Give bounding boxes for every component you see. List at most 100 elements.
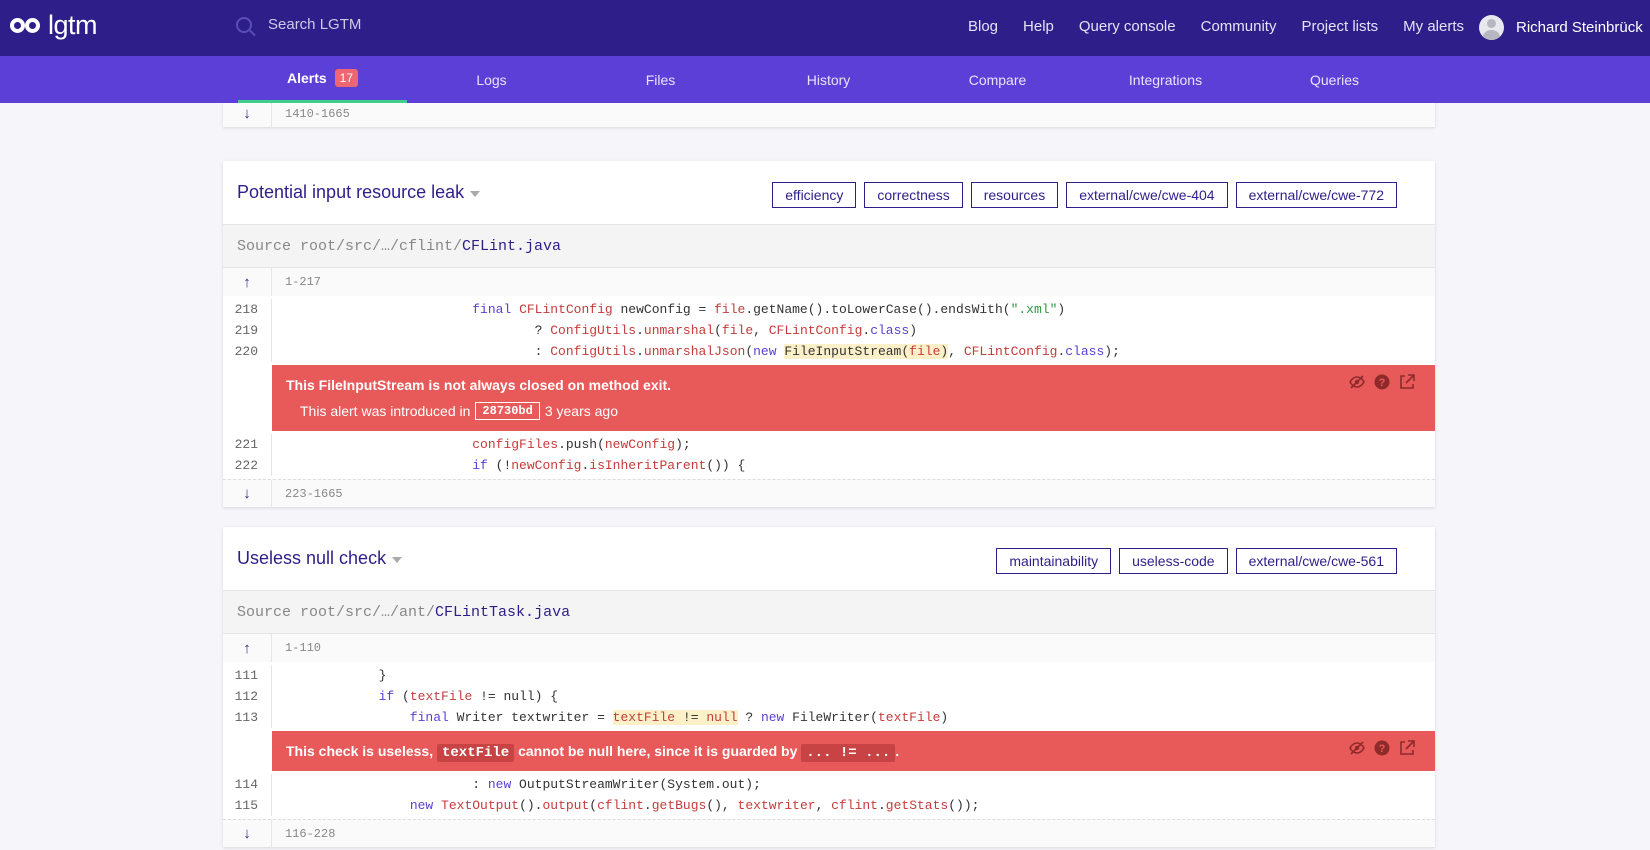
alert-title[interactable]: Useless null check xyxy=(237,548,403,569)
tab-compare[interactable]: Compare xyxy=(913,56,1082,103)
expand-up-icon[interactable]: ↑ xyxy=(223,634,272,662)
expand-gap-row[interactable]: ↑ 1-217 xyxy=(223,268,1435,296)
alert-message-box: This check is useless, textFile cannot b… xyxy=(272,731,1435,771)
gap-range: 1-217 xyxy=(285,275,322,289)
alert-header: Useless null check maintainability usele… xyxy=(223,527,1435,591)
alert-header: Potential input resource leak efficiency… xyxy=(223,161,1435,225)
nav-query-console[interactable]: Query console xyxy=(1079,18,1176,35)
previous-alert-card: ↓ 1410-1665 xyxy=(223,103,1435,127)
alerts-count-badge: 17 xyxy=(334,69,359,87)
alert-card: Potential input resource leak efficiency… xyxy=(223,161,1435,507)
tab-files[interactable]: Files xyxy=(576,56,745,103)
external-link-icon[interactable] xyxy=(1399,374,1415,390)
tab-integrations[interactable]: Integrations xyxy=(1081,56,1250,103)
chevron-down-icon[interactable] xyxy=(392,556,403,563)
code-line: 220 : ConfigUtils.unmarshalJson(new File… xyxy=(223,341,1435,362)
tag[interactable]: correctness xyxy=(864,182,963,208)
line-number: 219 xyxy=(223,320,272,341)
tag[interactable]: maintainability xyxy=(996,548,1112,574)
expand-down-icon[interactable]: ↓ xyxy=(223,820,272,847)
project-tabs: Alerts 17 Logs Files History Compare Int… xyxy=(0,56,1650,103)
tab-logs[interactable]: Logs xyxy=(407,56,576,103)
tag[interactable]: efficiency xyxy=(772,182,857,208)
line-number: 221 xyxy=(223,434,272,455)
alert-title[interactable]: Potential input resource leak xyxy=(237,182,481,203)
tag[interactable]: useless-code xyxy=(1119,548,1228,574)
source-file-link[interactable]: CFLint.java xyxy=(462,238,561,255)
alert-message: This check is useless, textFile cannot b… xyxy=(286,743,900,762)
nav-project-lists[interactable]: Project lists xyxy=(1301,18,1378,35)
line-number: 113 xyxy=(223,707,272,728)
logo-icon xyxy=(10,15,42,37)
gap-range: 1410-1665 xyxy=(285,106,350,121)
tab-queries-label: Queries xyxy=(1309,71,1360,88)
help-icon[interactable]: ? xyxy=(1374,374,1390,390)
hide-alert-icon[interactable] xyxy=(1349,374,1365,390)
search-box xyxy=(236,16,568,33)
alert-actions: ? xyxy=(1349,740,1415,756)
expand-gap-row[interactable]: ↓ 116-228 xyxy=(223,819,1435,847)
nav-help[interactable]: Help xyxy=(1023,18,1054,35)
expand-up-icon[interactable]: ↑ xyxy=(223,268,272,296)
code-text: } xyxy=(285,668,387,683)
user-menu[interactable]: Richard Steinbrück xyxy=(1479,15,1643,40)
gap-range: 1-110 xyxy=(285,641,322,655)
tab-integrations-label: Integrations xyxy=(1128,71,1203,88)
lgtm-logo[interactable]: lgtm xyxy=(10,10,98,41)
expand-gap-row[interactable]: ↓ 1410-1665 xyxy=(223,103,1435,127)
code-text: if (textFile != null) { xyxy=(378,689,559,704)
tab-queries[interactable]: Queries xyxy=(1250,56,1419,103)
nav-community[interactable]: Community xyxy=(1201,18,1277,35)
hide-alert-icon[interactable] xyxy=(1349,740,1365,756)
tag[interactable]: external/cwe/cwe-772 xyxy=(1235,182,1397,208)
source-prefix: Source root/src/…/ant/ xyxy=(237,603,436,621)
commit-link[interactable]: 28730bd xyxy=(475,402,540,420)
external-link-icon[interactable] xyxy=(1399,740,1415,756)
expand-down-icon[interactable]: ↓ xyxy=(223,103,272,127)
source-file-link[interactable]: CFLintTask.java xyxy=(435,604,570,621)
tag-list: efficiency correctness resources externa… xyxy=(772,182,1397,208)
help-icon[interactable]: ? xyxy=(1374,740,1390,756)
tab-history-label: History xyxy=(806,71,851,88)
alert-card: Useless null check maintainability usele… xyxy=(223,527,1435,847)
code-line: 111 } xyxy=(223,665,1435,686)
svg-text:?: ? xyxy=(1379,743,1386,755)
line-number: 115 xyxy=(223,795,272,816)
tag-list: maintainability useless-code external/cw… xyxy=(996,548,1397,574)
top-bar: lgtm Blog Help Query console Community P… xyxy=(0,0,1650,56)
expand-gap-row[interactable]: ↑ 1-110 xyxy=(223,634,1435,662)
gap-range: 116-228 xyxy=(285,826,336,841)
line-number: 111 xyxy=(223,665,272,686)
alert-introduced: This alert was introduced in 28730bd 3 y… xyxy=(286,402,1421,420)
source-path: Source root/src/…/cflint/CFLint.java xyxy=(223,225,1435,268)
tag[interactable]: resources xyxy=(970,182,1059,208)
alert-message: This FileInputStream is not always close… xyxy=(286,377,672,393)
tab-logs-label: Logs xyxy=(476,71,507,88)
expand-gap-row[interactable]: ↓ 223-1665 xyxy=(223,479,1435,507)
code-line: 219 ? ConfigUtils.unmarshal(file, CFLint… xyxy=(223,320,1435,341)
chevron-down-icon[interactable] xyxy=(470,190,481,197)
expand-down-icon[interactable]: ↓ xyxy=(223,480,272,507)
line-number: 218 xyxy=(223,299,272,320)
code-line: 113 final Writer textwriter = textFile !… xyxy=(223,707,1435,728)
code-line: 112 if (textFile != null) { xyxy=(223,686,1435,707)
search-input[interactable] xyxy=(268,16,568,33)
line-number: 114 xyxy=(223,774,272,795)
tab-alerts[interactable]: Alerts 17 xyxy=(238,56,407,103)
tab-history[interactable]: History xyxy=(744,56,913,103)
code-line: 115 new TextOutput().output(cflint.getBu… xyxy=(223,795,1435,816)
code-text: final Writer textwriter = textFile != nu… xyxy=(409,710,949,725)
avatar xyxy=(1479,15,1504,40)
code-text: final CFLintConfig newConfig = file.getN… xyxy=(472,302,1066,317)
user-name: Richard Steinbrück xyxy=(1516,19,1643,36)
code-line: 218 final CFLintConfig newConfig = file.… xyxy=(223,299,1435,320)
code-line: 114 : new OutputStreamWriter(System.out)… xyxy=(223,774,1435,795)
code-text: : new OutputStreamWriter(System.out); xyxy=(285,777,761,792)
tag[interactable]: external/cwe/cwe-404 xyxy=(1066,182,1228,208)
top-nav: Blog Help Query console Community Projec… xyxy=(968,18,1464,35)
line-number: 220 xyxy=(223,341,272,362)
nav-blog[interactable]: Blog xyxy=(968,18,998,35)
code-line: 222 if (!newConfig.isInheritParent()) { xyxy=(223,455,1435,476)
nav-my-alerts[interactable]: My alerts xyxy=(1403,18,1464,35)
tag[interactable]: external/cwe/cwe-561 xyxy=(1235,548,1397,574)
